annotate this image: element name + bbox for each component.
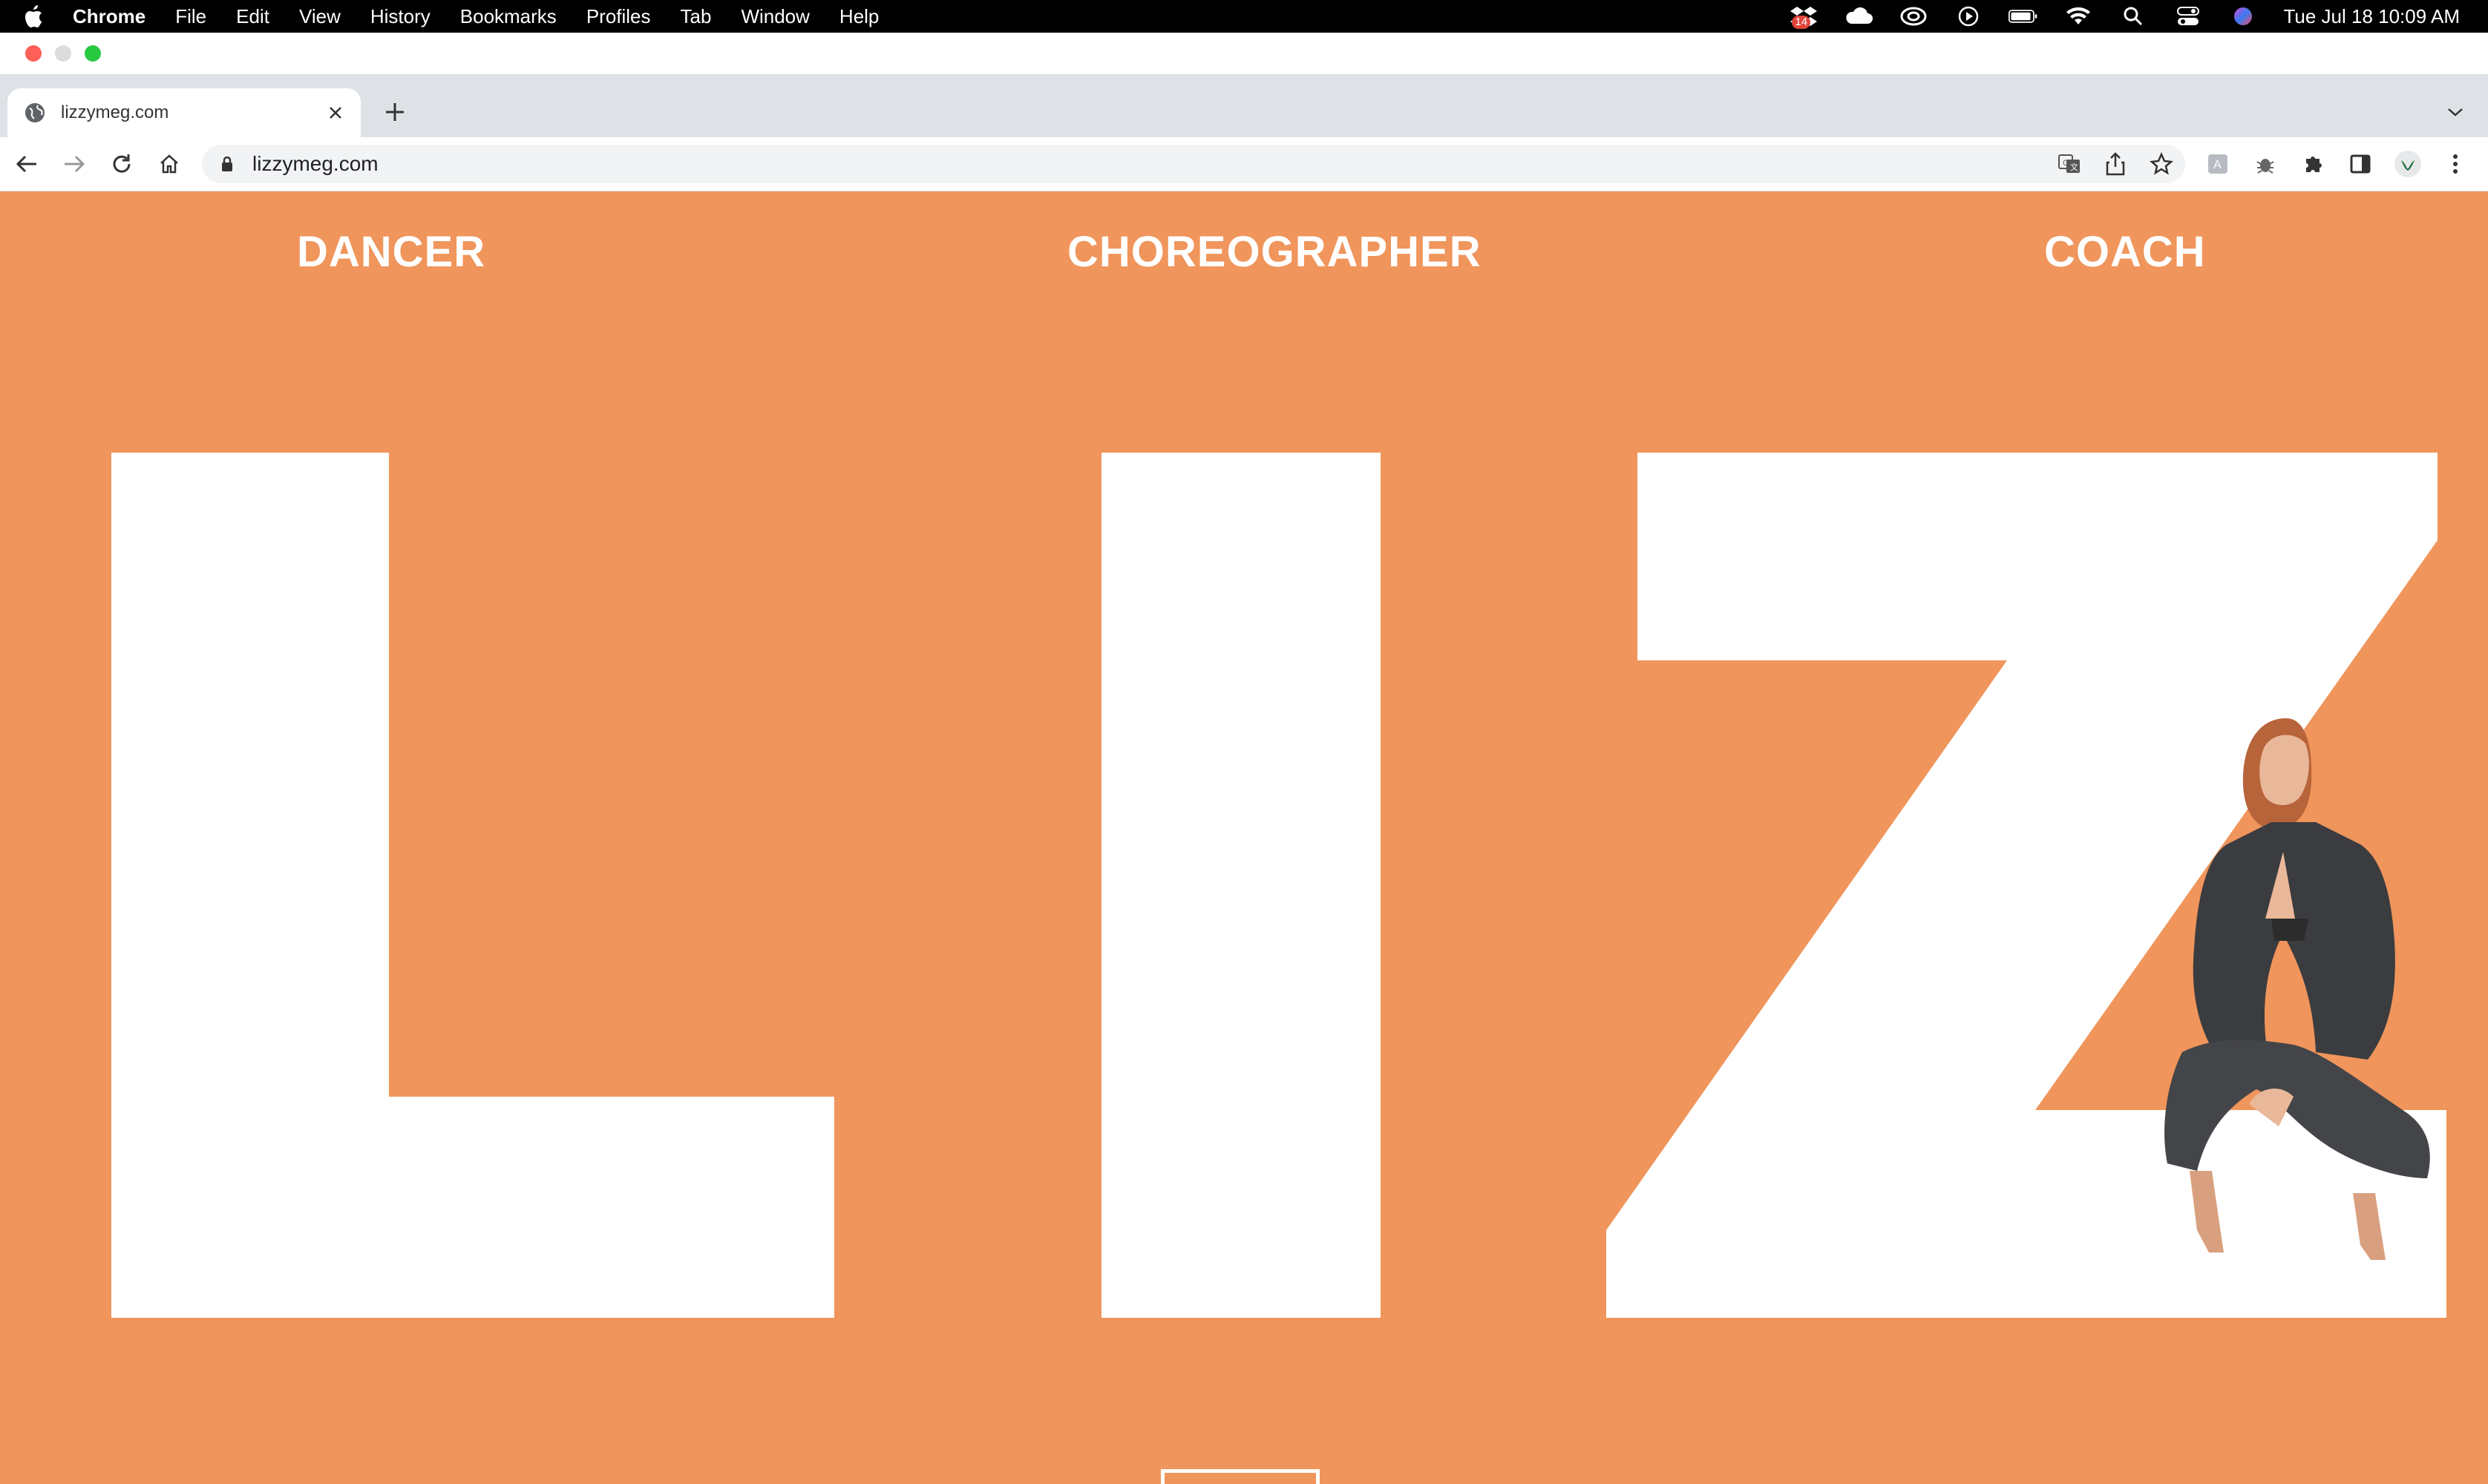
menu-history[interactable]: History — [370, 5, 431, 28]
menu-profiles[interactable]: Profiles — [586, 5, 651, 28]
menu-file[interactable]: File — [175, 5, 206, 28]
browser-toolbar: lizzymeg.com G文 A — [0, 137, 2488, 191]
dropbox-icon[interactable]: 14 — [1789, 5, 1818, 29]
wifi-icon[interactable] — [2063, 5, 2093, 27]
avatar[interactable] — [2393, 149, 2423, 179]
reload-icon[interactable] — [107, 149, 137, 179]
zoom-window-button[interactable] — [85, 45, 101, 62]
new-tab-button[interactable] — [380, 97, 410, 127]
svg-text:文: 文 — [2070, 162, 2078, 172]
globe-icon — [25, 103, 45, 122]
status-area: 14 Tue Jul 18 10:09 AM — [1789, 0, 2460, 33]
browser-tab[interactable]: lizzymeg.com — [7, 88, 361, 137]
url-text[interactable]: lizzymeg.com — [252, 152, 379, 176]
bug-icon[interactable] — [2250, 149, 2280, 179]
share-icon[interactable] — [2102, 151, 2129, 177]
puzzle-icon[interactable] — [2298, 149, 2328, 179]
back-arrow-icon[interactable] — [12, 149, 42, 179]
notification-badge: 14 — [1792, 16, 1811, 29]
home-icon[interactable] — [154, 149, 184, 179]
control-center-icon[interactable] — [2173, 5, 2203, 27]
letter-l — [111, 453, 834, 1318]
apple-icon[interactable] — [22, 4, 45, 29]
page-content: DANCER CHOREOGRAPHER COACH — [0, 191, 2488, 1484]
star-icon[interactable] — [2148, 151, 2175, 177]
tab-title: lizzymeg.com — [61, 102, 169, 122]
side-panel-icon[interactable] — [2345, 149, 2375, 179]
more-menu-icon[interactable] — [2440, 149, 2470, 179]
battery-icon[interactable] — [2009, 5, 2038, 27]
tab-strip: lizzymeg.com — [0, 75, 2488, 137]
address-bar[interactable]: lizzymeg.com G文 — [202, 145, 2185, 183]
scroll-down-button[interactable] — [1161, 1469, 1320, 1484]
spotlight-icon[interactable] — [2118, 5, 2148, 27]
macos-menu-bar: Chrome File Edit View History Bookmarks … — [0, 0, 2488, 33]
minimize-window-button[interactable] — [55, 45, 71, 62]
menubar-clock[interactable]: Tue Jul 18 10:09 AM — [2283, 5, 2460, 28]
letter-i — [1101, 453, 1381, 1318]
cloud-icon[interactable] — [1844, 5, 1873, 27]
translate-icon[interactable]: G文 — [2056, 151, 2083, 177]
menu-bookmarks[interactable]: Bookmarks — [460, 5, 557, 28]
extension-icon[interactable]: A — [2203, 149, 2233, 179]
menu-view[interactable]: View — [299, 5, 341, 28]
menu-tab[interactable]: Tab — [681, 5, 712, 28]
dancer-photo — [2164, 718, 2430, 1260]
hero-letters-liz — [111, 453, 2446, 1318]
menu-chrome[interactable]: Chrome — [73, 5, 145, 28]
window-controls — [25, 45, 101, 62]
chevron-down-icon[interactable] — [2442, 99, 2469, 125]
close-tab-icon[interactable] — [324, 101, 347, 125]
siri-icon[interactable] — [2228, 5, 2258, 27]
window-titlebar — [0, 33, 2488, 75]
creative-cloud-icon[interactable] — [1899, 5, 1928, 27]
menu-help[interactable]: Help — [839, 5, 879, 28]
play-icon[interactable] — [1954, 5, 1983, 27]
svg-text:A: A — [2213, 159, 2222, 171]
close-window-button[interactable] — [25, 45, 42, 62]
forward-arrow-icon[interactable] — [59, 149, 89, 179]
svg-text:G: G — [2063, 159, 2069, 168]
menu-edit[interactable]: Edit — [236, 5, 269, 28]
menu-window[interactable]: Window — [741, 5, 809, 28]
lock-icon[interactable] — [218, 155, 236, 173]
